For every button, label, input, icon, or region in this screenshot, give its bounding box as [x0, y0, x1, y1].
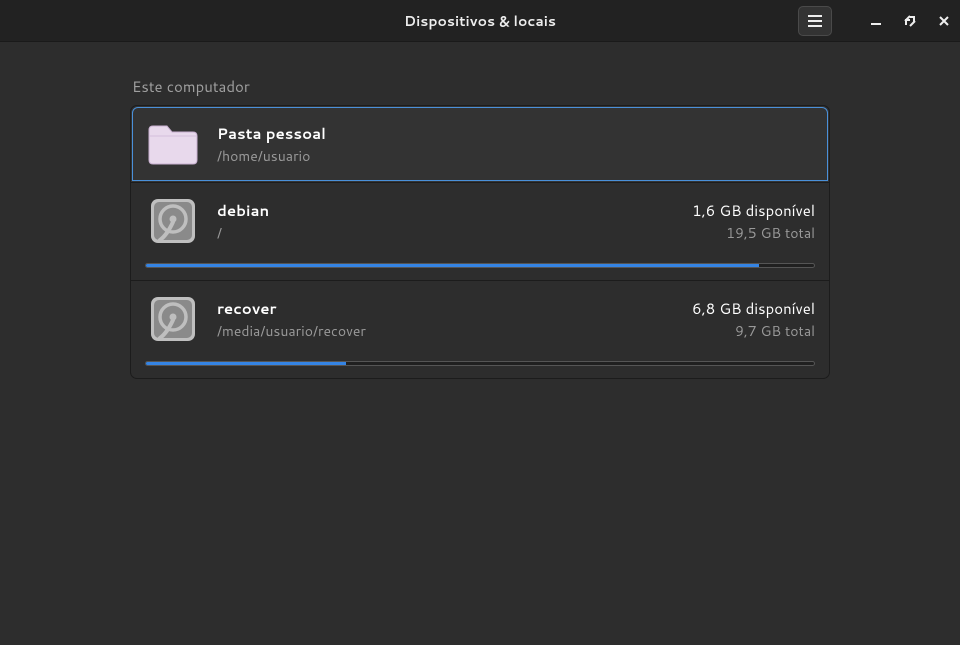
hard-drive-icon	[145, 195, 201, 247]
titlebar: Dispositivos & locais	[0, 0, 960, 42]
usage-bar-fill	[146, 362, 346, 365]
item-row: Pasta pessoal /home/usuario	[145, 118, 815, 170]
folder-icon	[145, 118, 201, 170]
item-row: recover /media/usuario/recover 6,8 GB di…	[145, 293, 815, 345]
usage-bar-fill	[146, 264, 759, 267]
item-storage: 6,8 GB disponível 9,7 GB total	[692, 298, 815, 341]
item-name: Pasta pessoal	[217, 123, 815, 144]
item-text: recover /media/usuario/recover	[217, 298, 676, 341]
item-text: debian /	[217, 200, 676, 243]
item-path: /media/usuario/recover	[217, 321, 676, 341]
close-button[interactable]	[936, 13, 952, 29]
minimize-button[interactable]	[868, 13, 884, 29]
item-name: recover	[217, 298, 676, 319]
titlebar-controls	[798, 6, 952, 36]
item-name: debian	[217, 200, 676, 221]
this-computer-section: Este computador Pasta pessoal /home/usua…	[130, 70, 830, 379]
usage-bar	[145, 263, 815, 268]
hard-drive-icon	[145, 293, 201, 345]
section-header: Este computador	[130, 70, 830, 105]
content-area: Este computador Pasta pessoal /home/usua…	[0, 42, 960, 645]
item-storage: 1,6 GB disponível 19,5 GB total	[692, 200, 815, 243]
disk-item-root[interactable]: debian / 1,6 GB disponível 19,5 GB total	[131, 182, 829, 280]
usage-bar	[145, 361, 815, 366]
available-space: 6,8 GB disponível	[692, 298, 815, 319]
maximize-button[interactable]	[902, 13, 918, 29]
item-row: debian / 1,6 GB disponível 19,5 GB total	[145, 195, 815, 247]
item-path: /	[217, 223, 676, 243]
item-text: Pasta pessoal /home/usuario	[217, 123, 815, 166]
close-icon	[939, 16, 949, 26]
total-space: 19,5 GB total	[692, 223, 815, 243]
hamburger-icon	[807, 15, 823, 27]
home-folder-item[interactable]: Pasta pessoal /home/usuario	[131, 106, 829, 182]
menu-button[interactable]	[798, 6, 832, 36]
available-space: 1,6 GB disponível	[692, 200, 815, 221]
minimize-icon	[871, 16, 881, 26]
maximize-icon	[904, 15, 916, 27]
total-space: 9,7 GB total	[692, 321, 815, 341]
disk-item-recover[interactable]: recover /media/usuario/recover 6,8 GB di…	[131, 280, 829, 378]
item-path: /home/usuario	[217, 146, 815, 166]
devices-list: Pasta pessoal /home/usuario	[130, 105, 830, 379]
